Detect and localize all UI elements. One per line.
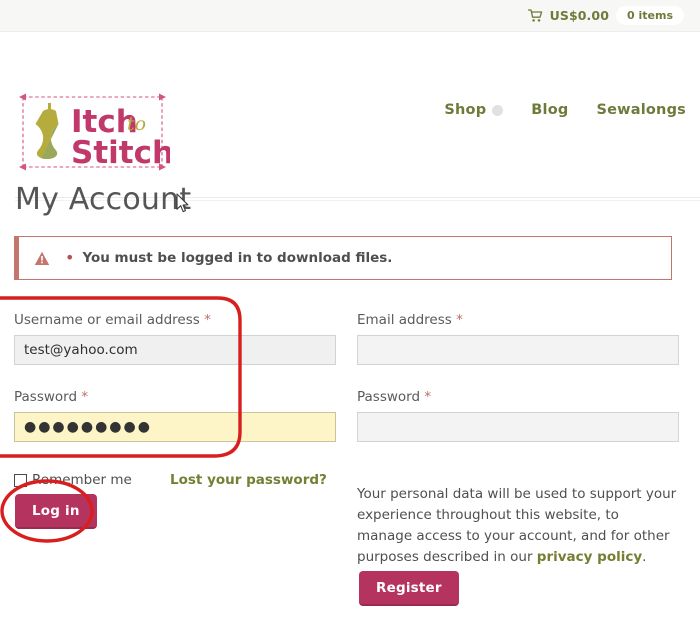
login-form: Username or email address * Password * (14, 312, 336, 442)
register-password-label-text: Password (357, 389, 421, 405)
nav-item-shop-label: Shop (444, 102, 487, 118)
required-mark: * (81, 389, 89, 405)
field-spacer (357, 365, 679, 389)
register-password-input[interactable] (357, 412, 679, 442)
required-mark: * (424, 389, 432, 405)
nav-item-sewalongs-label: Sewalongs (596, 102, 686, 118)
remember-me-row[interactable]: Remember me (14, 472, 132, 488)
login-password-label-text: Password (14, 389, 78, 405)
remember-me-label: Remember me (32, 472, 132, 488)
register-email-input[interactable] (357, 335, 679, 365)
cart-total: US$0.00 (549, 8, 610, 23)
required-mark: * (204, 312, 211, 328)
main-navigation: Shop Blog Sewalongs (444, 102, 686, 118)
shopping-cart-icon (527, 8, 543, 23)
svg-text:to: to (127, 113, 146, 135)
site-logo[interactable]: Itch to Stitch (15, 87, 174, 177)
warning-triangle-icon (19, 251, 65, 266)
remember-me-checkbox[interactable] (14, 473, 27, 487)
top-utility-bar: US$0.00 0 items (0, 0, 700, 32)
privacy-notice: Your personal data will be used to suppo… (357, 484, 677, 568)
login-button[interactable]: Log in (15, 494, 97, 529)
nav-item-blog-label: Blog (531, 102, 569, 118)
register-button[interactable]: Register (359, 571, 459, 606)
nav-item-sewalongs[interactable]: Sewalongs (596, 102, 686, 118)
nav-item-shop[interactable]: Shop (444, 102, 504, 118)
privacy-policy-link[interactable]: privacy policy (537, 549, 642, 565)
notice-bullet: • (65, 248, 75, 267)
username-label-text: Username or email address (14, 312, 200, 328)
nav-item-blog[interactable]: Blog (531, 102, 568, 118)
privacy-text-after: . (642, 548, 647, 565)
username-input[interactable] (14, 335, 336, 365)
cart-link[interactable]: US$0.00 0 items (527, 6, 684, 25)
register-email-label-text: Email address (357, 312, 452, 328)
cart-item-count: 0 items (616, 6, 684, 25)
chevron-down-icon[interactable] (492, 104, 504, 116)
register-email-label: Email address * (357, 312, 679, 328)
username-label: Username or email address * (14, 312, 336, 328)
login-password-input[interactable] (14, 412, 336, 442)
svg-text:Stitch: Stitch (71, 135, 170, 171)
lost-password-link[interactable]: Lost your password? (170, 472, 327, 488)
error-notice: • You must be logged in to download file… (14, 236, 672, 280)
register-password-label: Password * (357, 389, 679, 405)
register-form: Email address * Password * (357, 312, 679, 442)
field-spacer (14, 365, 336, 389)
site-header: Itch to Stitch Shop Blog Sewalongs (0, 32, 700, 201)
notice-message: You must be logged in to download files. (82, 250, 393, 266)
login-password-label: Password * (14, 389, 336, 405)
page-title: My Account (15, 182, 192, 217)
required-mark: * (456, 312, 463, 328)
